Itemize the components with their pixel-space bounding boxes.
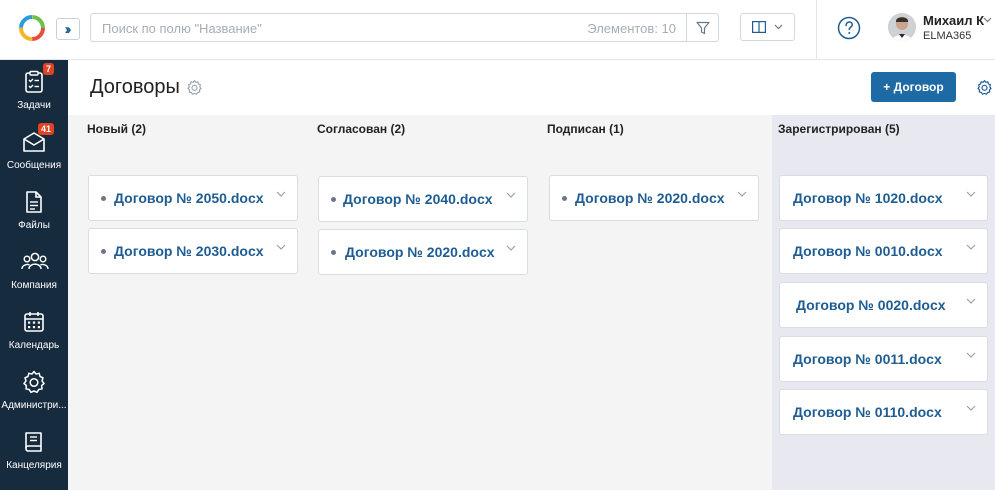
kanban-card[interactable]: Договор № 2020.docx bbox=[318, 229, 528, 275]
company-icon bbox=[21, 252, 49, 270]
user-org: ELMA365 bbox=[923, 30, 972, 42]
chevron-down-icon[interactable] bbox=[276, 191, 286, 197]
sidebar-item-label: Задачи bbox=[17, 100, 51, 111]
chevron-down-icon[interactable] bbox=[966, 191, 976, 197]
card-title[interactable]: Договор № 0110.docx bbox=[793, 404, 942, 420]
kanban-card[interactable]: Договор № 2040.docx bbox=[318, 176, 528, 222]
kanban-column-approved: Согласован (2) Договор № 2040.docx Догов… bbox=[298, 115, 528, 490]
kanban-card[interactable]: Договор № 0011.docx bbox=[779, 336, 988, 382]
add-contract-button[interactable]: + Договор bbox=[871, 72, 956, 102]
settings-gear-icon[interactable] bbox=[186, 79, 203, 96]
chevron-down-icon bbox=[774, 24, 783, 30]
kanban-column-signed: Подписан (1) Договор № 2020.docx bbox=[528, 115, 772, 490]
kanban-column-registered: Зарегистрирован (5) Договор № 1020.docx … bbox=[772, 115, 995, 490]
kanban-card[interactable]: Договор № 2030.docx bbox=[88, 228, 298, 274]
sidebar-item-administration[interactable]: Администри... bbox=[0, 360, 68, 420]
column-title: Подписан (1) bbox=[547, 122, 624, 136]
card-title[interactable]: Договор № 1020.docx bbox=[793, 190, 943, 206]
sidebar-item-files[interactable]: Файлы bbox=[0, 180, 68, 240]
card-title[interactable]: Договор № 2040.docx bbox=[343, 191, 493, 207]
page-title: Договоры bbox=[90, 76, 180, 98]
user-name: Михаил К bbox=[923, 13, 985, 28]
card-title[interactable]: Договор № 2050.docx bbox=[114, 190, 264, 206]
tasks-badge: 7 bbox=[42, 63, 54, 75]
sidebar-item-label: Канцелярия bbox=[6, 460, 62, 471]
sidebar-item-office[interactable]: Канцелярия bbox=[0, 420, 68, 480]
card-title[interactable]: Договор № 2020.docx bbox=[345, 244, 495, 260]
chevron-down-icon[interactable] bbox=[276, 244, 286, 250]
sidebar-item-calendar[interactable]: Календарь bbox=[0, 300, 68, 360]
column-title: Новый (2) bbox=[87, 122, 146, 136]
expand-sidebar-button[interactable]: ›› bbox=[56, 18, 80, 40]
chevron-down-icon[interactable] bbox=[506, 192, 516, 198]
card-bullet bbox=[562, 196, 567, 201]
card-bullet bbox=[101, 196, 106, 201]
top-bar: ›› Поиск по полю "Название" Элементов: 1… bbox=[0, 0, 995, 60]
sidebar-item-label: Календарь bbox=[8, 340, 60, 351]
filter-button[interactable] bbox=[686, 14, 718, 41]
chevron-down-icon[interactable] bbox=[966, 352, 976, 358]
view-mode-button[interactable] bbox=[740, 13, 795, 41]
search-input[interactable]: Поиск по полю "Название" Элементов: 10 bbox=[90, 13, 719, 42]
double-chevron-right-icon: ›› bbox=[64, 20, 72, 38]
card-title[interactable]: Договор № 0020.docx bbox=[796, 297, 946, 313]
card-title[interactable]: Договор № 2030.docx bbox=[114, 243, 264, 259]
topbar-divider bbox=[816, 0, 817, 60]
card-bullet bbox=[331, 197, 336, 202]
kanban-card[interactable]: Договор № 2020.docx bbox=[549, 175, 759, 221]
card-title[interactable]: Договор № 0010.docx bbox=[793, 243, 943, 259]
kanban-column-new: Новый (2) Договор № 2050.docx Договор № … bbox=[68, 115, 298, 490]
sidebar-item-label: Администри... bbox=[1, 400, 67, 411]
chevron-down-icon[interactable] bbox=[966, 298, 976, 304]
chevron-down-icon bbox=[983, 17, 992, 23]
chevron-down-icon[interactable] bbox=[966, 244, 976, 250]
admin-gear-icon bbox=[23, 370, 45, 394]
kanban-card[interactable]: Договор № 0110.docx bbox=[779, 389, 988, 435]
chevron-down-icon[interactable] bbox=[506, 245, 516, 251]
kanban-card[interactable]: Договор № 0010.docx bbox=[779, 228, 988, 274]
column-title: Согласован (2) bbox=[317, 122, 406, 136]
card-bullet bbox=[101, 249, 106, 254]
sidebar-item-label: Файлы bbox=[18, 220, 50, 231]
page-header: Договоры + Договор bbox=[68, 60, 995, 115]
files-icon bbox=[26, 191, 42, 213]
card-title[interactable]: Договор № 2020.docx bbox=[575, 190, 725, 206]
search-placeholder: Поиск по полю "Название" bbox=[102, 21, 262, 36]
kanban-card[interactable]: Договор № 2050.docx bbox=[88, 175, 298, 221]
kanban-card[interactable]: Договор № 0020.docx bbox=[779, 282, 988, 328]
sidebar-item-messages[interactable]: 41 Сообщения bbox=[0, 120, 68, 180]
user-menu[interactable]: Михаил К ELMA365 bbox=[888, 13, 995, 45]
sidebar-item-tasks[interactable]: 7 Задачи bbox=[0, 60, 68, 120]
chevron-down-icon[interactable] bbox=[737, 191, 747, 197]
app-logo-icon[interactable] bbox=[17, 13, 47, 43]
sidebar-item-label: Сообщения bbox=[6, 160, 62, 171]
card-title[interactable]: Договор № 0011.docx bbox=[793, 351, 942, 367]
chevron-down-icon[interactable] bbox=[966, 405, 976, 411]
help-icon[interactable] bbox=[837, 16, 861, 40]
sidebar-item-company[interactable]: Компания bbox=[0, 240, 68, 300]
avatar bbox=[888, 13, 916, 41]
main-content: Договоры + Договор Новый (2) Договор № 2… bbox=[68, 60, 995, 490]
sidebar-item-label: Компания bbox=[11, 280, 57, 291]
board-settings-gear-icon[interactable] bbox=[976, 79, 993, 96]
column-title: Зарегистрирован (5) bbox=[778, 122, 900, 136]
kanban-card[interactable]: Договор № 1020.docx bbox=[779, 175, 988, 221]
card-bullet bbox=[331, 250, 336, 255]
sidebar: 7 Задачи 41 Сообщения Файлы Компания Кал… bbox=[0, 60, 68, 490]
calendar-icon bbox=[24, 312, 44, 332]
office-book-icon bbox=[25, 432, 42, 452]
messages-badge: 41 bbox=[37, 123, 54, 135]
columns-view-icon bbox=[752, 21, 766, 33]
elements-count: Элементов: 10 bbox=[587, 21, 676, 36]
filter-icon bbox=[695, 21, 710, 34]
